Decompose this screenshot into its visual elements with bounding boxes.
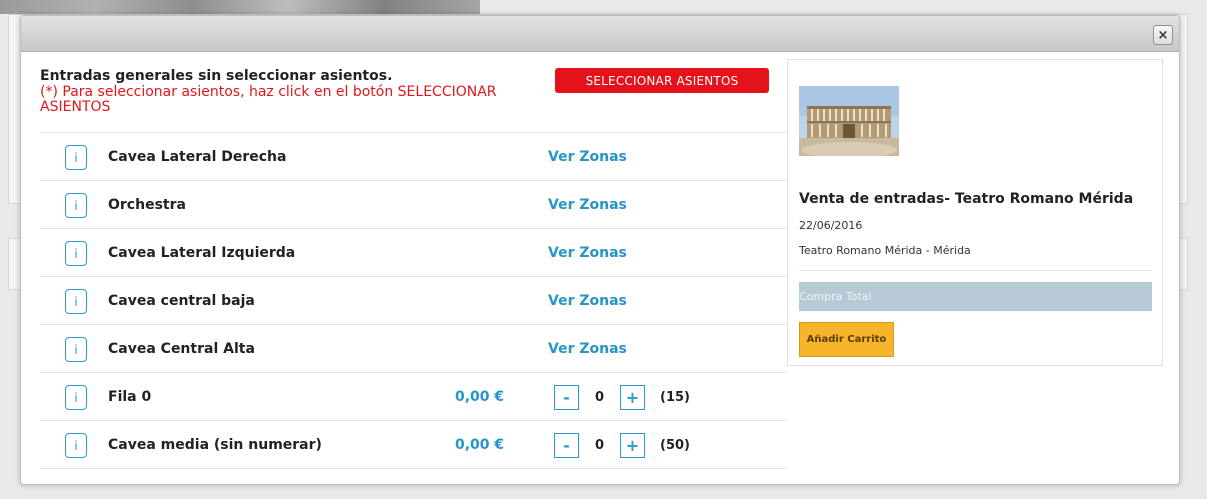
- priced-row: i Cavea media (sin numerar) 0,00 € - 0 +…: [40, 421, 786, 469]
- info-icon[interactable]: i: [65, 337, 87, 362]
- available-count: (15): [660, 390, 690, 405]
- zone-list: i Cavea Lateral Derecha Ver Zonas i Orch…: [40, 132, 786, 469]
- event-title: Venta de entradas- Teatro Romano Mérida: [799, 191, 1134, 207]
- info-icon[interactable]: i: [65, 289, 87, 314]
- view-zones-link[interactable]: Ver Zonas: [548, 341, 627, 357]
- event-date: 22/06/2016: [799, 219, 863, 232]
- quantity-stepper: - 0 + (15): [554, 385, 690, 410]
- decrement-button[interactable]: -: [554, 385, 579, 410]
- zone-name: Orchestra: [108, 197, 186, 213]
- info-icon[interactable]: i: [65, 193, 87, 218]
- zone-name: Cavea central baja: [108, 293, 255, 309]
- event-venue: Teatro Romano Mérida - Mérida: [799, 244, 971, 257]
- close-icon[interactable]: ×: [1153, 25, 1173, 45]
- background-image-strip: [0, 0, 480, 14]
- zone-row: i Cavea central baja Ver Zonas: [40, 277, 786, 325]
- available-count: (50): [660, 438, 690, 453]
- modal-header: ×: [21, 16, 1179, 52]
- price: 0,00 €: [455, 389, 505, 405]
- decrement-button[interactable]: -: [554, 433, 579, 458]
- intro-note: (*) Para seleccionar asientos, haz click…: [40, 84, 497, 115]
- zone-row: i Cavea Central Alta Ver Zonas: [40, 325, 786, 373]
- quantity-value: 0: [594, 438, 605, 453]
- add-to-cart-button[interactable]: Añadir Carrito: [799, 322, 894, 357]
- total-label: Compra Total: [799, 290, 872, 303]
- view-zones-link[interactable]: Ver Zonas: [548, 149, 627, 165]
- zone-name: Fila 0: [108, 389, 152, 405]
- divider: [799, 270, 1152, 271]
- intro-title: Entradas generales sin seleccionar asien…: [40, 68, 393, 84]
- ticket-modal: × Entradas generales sin seleccionar asi…: [20, 15, 1180, 485]
- quantity-value: 0: [594, 390, 605, 405]
- info-icon[interactable]: i: [65, 385, 87, 410]
- select-seats-button[interactable]: SELECCIONAR ASIENTOS: [555, 68, 769, 93]
- zone-row: i Orchestra Ver Zonas: [40, 181, 786, 229]
- intro: Entradas generales sin seleccionar asien…: [40, 68, 560, 115]
- zone-row: i Cavea Lateral Derecha Ver Zonas: [40, 133, 786, 181]
- view-zones-link[interactable]: Ver Zonas: [548, 197, 627, 213]
- info-icon[interactable]: i: [65, 241, 87, 266]
- zone-name: Cavea media (sin numerar): [108, 437, 322, 453]
- event-image: [799, 86, 899, 156]
- total-bar: Compra Total: [799, 282, 1152, 311]
- event-summary: Venta de entradas- Teatro Romano Mérida …: [787, 59, 1163, 366]
- increment-button[interactable]: +: [620, 433, 645, 458]
- zone-name: Cavea Central Alta: [108, 341, 255, 357]
- view-zones-link[interactable]: Ver Zonas: [548, 245, 627, 261]
- quantity-stepper: - 0 + (50): [554, 433, 690, 458]
- priced-row: i Fila 0 0,00 € - 0 + (15): [40, 373, 786, 421]
- roman-theatre-photo: [799, 86, 899, 156]
- zone-row: i Cavea Lateral Izquierda Ver Zonas: [40, 229, 786, 277]
- increment-button[interactable]: +: [620, 385, 645, 410]
- info-icon[interactable]: i: [65, 145, 87, 170]
- view-zones-link[interactable]: Ver Zonas: [548, 293, 627, 309]
- price: 0,00 €: [455, 437, 505, 453]
- zone-name: Cavea Lateral Izquierda: [108, 245, 296, 261]
- info-icon[interactable]: i: [65, 433, 87, 458]
- zone-name: Cavea Lateral Derecha: [108, 149, 287, 165]
